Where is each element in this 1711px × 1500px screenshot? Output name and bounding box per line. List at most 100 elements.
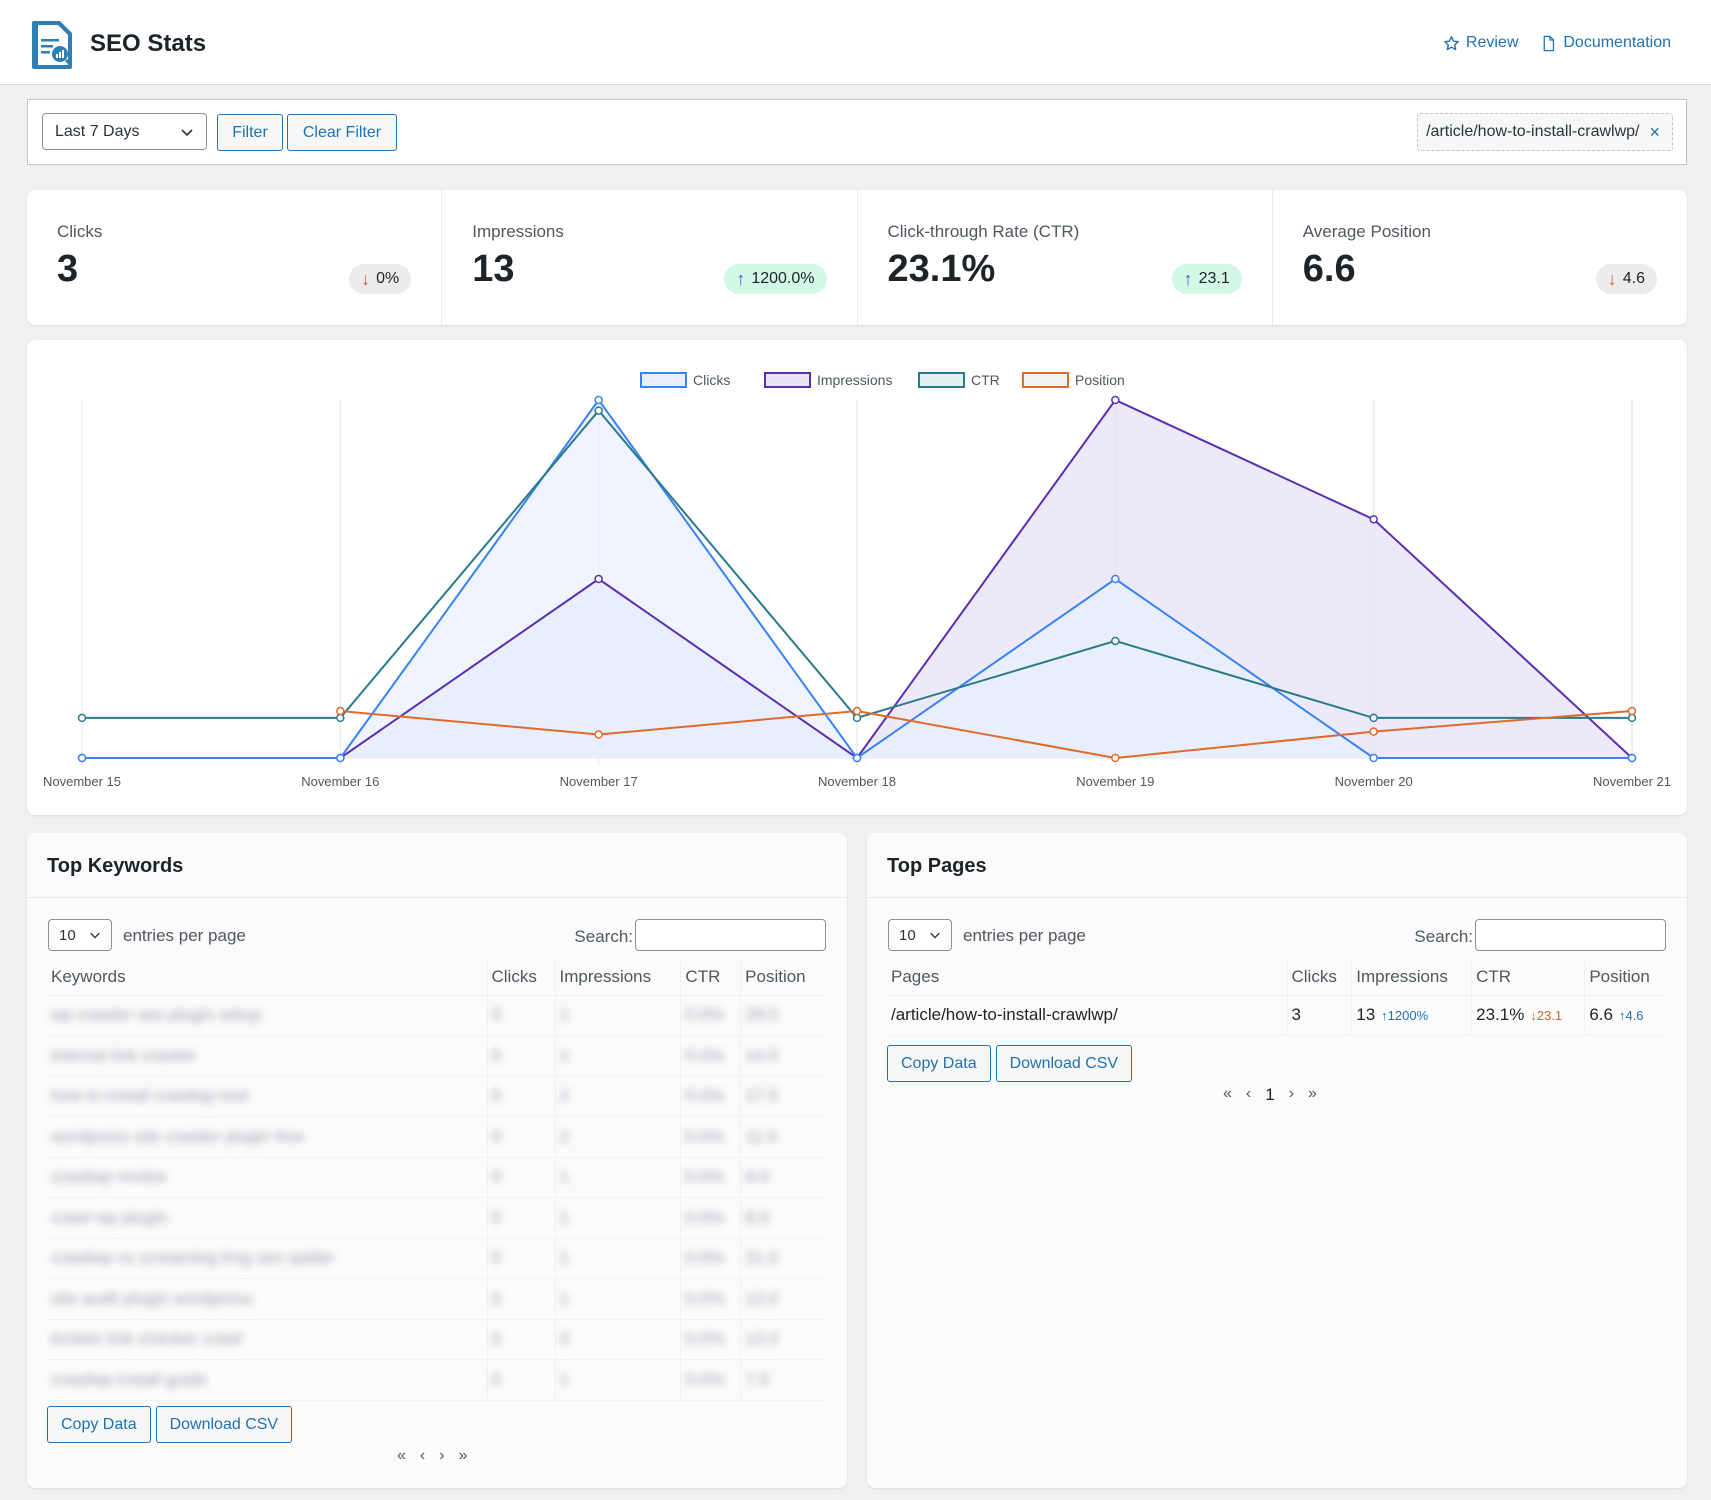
table-row: site audit plugin wordpress 0 1 0.0% 12.0 [47,1278,827,1320]
stat-ctr: Click-through Rate (CTR) 23.1% ↑ 23.1 [858,190,1273,325]
change-value: 23.1 [1198,270,1230,287]
ctr-cell: 0.0% [680,1359,741,1401]
position-cell: 12.0 [740,1278,827,1320]
point-clicks [1627,753,1637,763]
chevron-down-icon [90,932,100,939]
column-header-position[interactable]: Position [740,959,827,996]
divider [867,897,1687,898]
point-clicks [852,753,862,763]
point-impressions [594,574,603,584]
column-header-position[interactable]: Position [1584,959,1667,996]
next-page-button[interactable]: › [1289,1085,1294,1105]
keyword-cell: crawl wp plugin [47,1197,487,1239]
x-tick-label: November 21 [1593,774,1671,789]
x-tick-label: November 18 [818,774,896,789]
change-value: 1200.0% [751,270,815,287]
change-badge: ↑ 1200.0% [724,264,827,294]
next-page-button[interactable]: › [439,1447,444,1465]
impressions-cell: 1 [554,1035,681,1077]
pagination: « ‹ › » [397,1447,467,1465]
prev-page-button[interactable]: ‹ [1246,1085,1251,1105]
documentation-link[interactable]: Documentation [1540,34,1671,52]
keywords-search-input[interactable] [635,919,826,951]
page-number-button[interactable]: 1 [1265,1085,1274,1105]
impressions-cell: 1 [554,1157,681,1198]
first-page-button[interactable]: « [397,1447,406,1465]
keyword-cell: broken link checker crawl [47,1319,487,1360]
position-cell: 13.3 [740,1319,827,1360]
entries-per-page-label: entries per page [123,926,246,945]
last-page-button[interactable]: » [1308,1085,1317,1105]
download-csv-button[interactable]: Download CSV [155,1406,293,1443]
keyword-cell: site audit plugin wordpress [47,1278,487,1320]
table-row: how to install crawlwp tool 0 2 0.0% 17.5 [47,1076,827,1117]
impressions-change: ↑1200% [1381,1008,1429,1024]
top-pages-panel: Top Pages 10 entries per page Search: Pa… [867,833,1687,1488]
prev-page-button[interactable]: ‹ [420,1447,425,1465]
copy-data-button[interactable]: Copy Data [887,1045,991,1082]
clicks-cell: 0 [486,1238,555,1279]
entries-per-page-select[interactable]: 10 [48,919,112,951]
ctr-cell: 0.0% [680,1197,741,1239]
keyword-cell: wordpress site crawler plugin free [47,1116,487,1158]
table-row: wordpress site crawler plugin free 0 2 0.0%… [47,1116,827,1158]
point-clicks [336,753,345,763]
legend-label-clicks: Clicks [693,372,730,388]
position-cell: 11.5 [740,1116,827,1158]
column-header-clicks[interactable]: Clicks [1286,959,1352,996]
point-clicks [77,753,87,763]
chevron-down-icon [181,128,193,136]
keyword-cell: crawlwp vs screaming frog seo spider [47,1238,487,1279]
copy-data-button[interactable]: Copy Data [47,1406,151,1443]
column-header-impressions[interactable]: Impressions [554,959,681,996]
column-header-pages[interactable]: Pages [887,959,1287,996]
pagination: « ‹ 1 › » [1223,1085,1317,1105]
column-header-keywords[interactable]: Keywords [47,959,487,996]
point-position [336,706,345,716]
position-cell: 6.6 ↑4.6 [1584,995,1667,1036]
arrow-up-icon: ↑ [1183,268,1193,289]
clicks-cell: 0 [486,1035,555,1077]
stat-clicks: Clicks 3 ↓ 0% [27,190,443,325]
column-header-impressions[interactable]: Impressions [1351,959,1472,996]
legend-label-ctr: CTR [971,372,1000,388]
legend-label-impressions: Impressions [817,372,892,388]
review-link[interactable]: Review [1443,34,1518,52]
column-header-ctr[interactable]: CTR [680,959,741,996]
table-row: broken link checker crawl 0 3 0.0% 13.3 [47,1319,827,1360]
last-page-button[interactable]: » [459,1447,468,1465]
position-cell: 9.0 [740,1157,827,1198]
clear-filter-button[interactable]: Clear Filter [287,114,397,151]
ctr-cell: 0.0% [680,1278,741,1320]
first-page-button[interactable]: « [1223,1085,1232,1105]
column-header-ctr[interactable]: CTR [1471,959,1585,996]
table-row: crawlwp vs screaming frog seo spider 0 1 0.… [47,1238,827,1279]
date-range-select[interactable]: Last 7 Days [42,113,207,150]
point-position [1627,706,1637,716]
pages-search-input[interactable] [1475,919,1666,951]
impressions-cell: 13 ↑1200% [1351,995,1472,1036]
clicks-cell: 0 [486,1359,555,1401]
close-icon[interactable]: × [1649,122,1660,143]
filter-button[interactable]: Filter [217,114,283,151]
point-ctr [594,406,603,415]
entries-per-page-select[interactable]: 10 [888,919,952,951]
arrow-down-icon: ↓ [361,268,371,289]
divider [27,897,847,898]
column-header-clicks[interactable]: Clicks [486,959,555,996]
arrow-down-icon: ↓ [1607,268,1617,289]
download-csv-button[interactable]: Download CSV [995,1045,1133,1082]
impressions-cell: 1 [554,995,681,1036]
ctr-cell: 0.0% [680,1157,741,1198]
point-clicks [1369,753,1378,763]
keyword-cell: wp crawler seo plugin setup [47,995,487,1036]
stat-value: 3 [57,248,79,290]
clicks-cell: 0 [486,1076,555,1117]
change-badge: ↑ 23.1 [1171,264,1242,294]
legend-swatch-impressions [764,372,811,388]
x-tick-label: November 16 [301,774,379,789]
impressions-cell: 1 [554,1359,681,1401]
x-tick-label: November 15 [43,774,121,789]
point-position [1111,753,1120,763]
stat-label: Average Position [1302,222,1431,241]
